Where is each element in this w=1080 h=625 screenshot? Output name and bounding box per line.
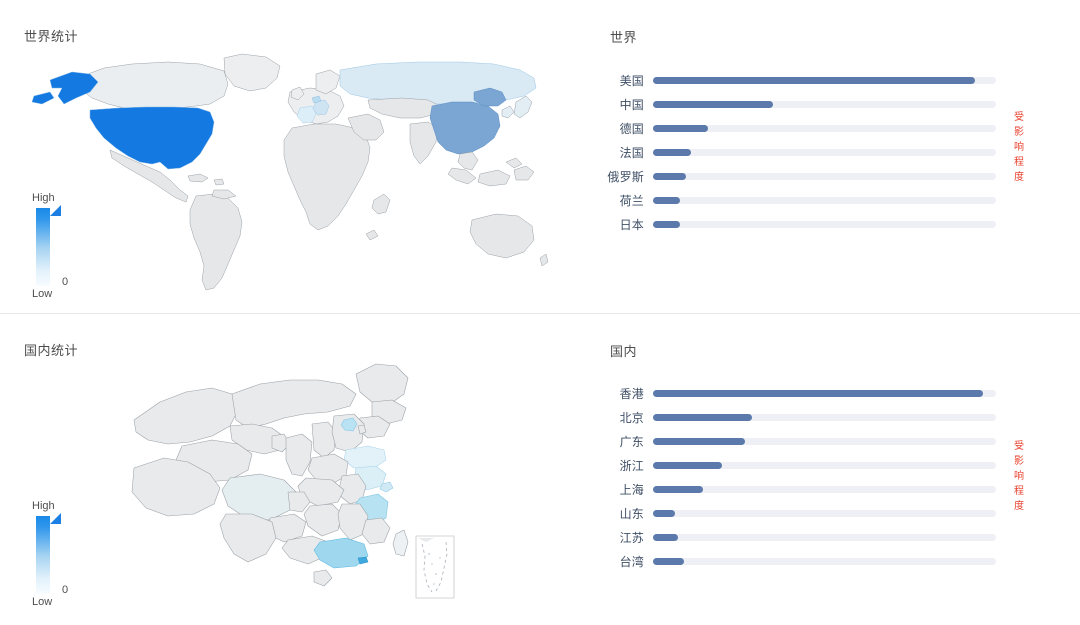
world-bar-panel: 世界 美国 中国 德国 法国 俄罗斯 荷兰 日本 受影响程度 (600, 0, 1080, 313)
bar-label: 上海 (619, 482, 644, 497)
bar-label: 荷兰 (619, 193, 644, 208)
world-map-legend: High 0 Low (20, 192, 90, 304)
bar-row[interactable]: 江苏 (605, 525, 1005, 549)
bar-row[interactable]: 浙江 (605, 453, 1005, 477)
bar-fill (653, 100, 773, 108)
world-map[interactable] (28, 44, 548, 296)
china-map-legend: High 0 Low (20, 500, 90, 612)
legend-high-label: High (32, 500, 55, 512)
bar-label: 香港 (619, 386, 644, 401)
domestic-bar-title: 国内 (610, 344, 638, 359)
bar-track (653, 389, 996, 397)
bar-label: 俄罗斯 (607, 169, 644, 184)
bar-track (653, 172, 996, 180)
legend-low-label: Low (32, 288, 53, 300)
bar-row[interactable]: 山东 (605, 501, 1005, 525)
bar-label: 北京 (619, 410, 644, 425)
bar-track (653, 461, 996, 469)
bar-fill (653, 461, 722, 469)
bar-fill (653, 437, 745, 445)
bar-track (653, 100, 996, 108)
bar-row[interactable]: 台湾 (605, 549, 1005, 573)
bar-fill (653, 509, 675, 517)
world-map-title: 世界统计 (24, 29, 79, 44)
bar-fill (653, 220, 680, 228)
bar-row[interactable]: 广东 (605, 429, 1005, 453)
legend-pointer-icon (50, 205, 61, 216)
domestic-bar-axis-title: 受影响程度 (1014, 441, 1024, 512)
bar-label: 中国 (619, 97, 644, 112)
legend-gradient-bar (36, 516, 50, 594)
bar-label: 广东 (619, 434, 644, 449)
bar-fill (653, 196, 680, 204)
bar-fill (653, 557, 684, 565)
bar-track (653, 533, 996, 541)
china-map[interactable] (120, 358, 460, 608)
bar-label: 美国 (619, 73, 644, 88)
bar-row[interactable]: 美国 (605, 68, 1005, 92)
domestic-bar-chart: 香港 北京 广东 浙江 上海 山东 江苏 台湾 (605, 381, 1005, 573)
bar-label: 江苏 (619, 530, 644, 545)
bar-fill (653, 172, 686, 180)
bar-fill (653, 533, 678, 541)
legend-gradient-bar (36, 208, 50, 286)
bar-label: 台湾 (619, 554, 644, 569)
world-map-svg[interactable] (28, 44, 548, 296)
bar-track (653, 413, 996, 421)
bar-fill (653, 389, 983, 397)
bar-fill (653, 485, 703, 493)
bar-label: 浙江 (619, 458, 644, 473)
world-bar-axis-title: 受影响程度 (1014, 112, 1024, 183)
bar-track (653, 196, 996, 204)
bar-track (653, 509, 996, 517)
bar-track (653, 220, 996, 228)
bar-row[interactable]: 香港 (605, 381, 1005, 405)
world-bar-title: 世界 (610, 30, 638, 45)
bar-fill (653, 413, 752, 421)
legend-zero-label: 0 (62, 276, 69, 288)
china-map-svg[interactable] (120, 358, 460, 608)
legend-low-label: Low (32, 596, 53, 608)
bar-row[interactable]: 上海 (605, 477, 1005, 501)
world-bar-chart: 美国 中国 德国 法国 俄罗斯 荷兰 日本 (605, 68, 1005, 236)
china-map-title: 国内统计 (24, 343, 79, 358)
bar-track (653, 148, 996, 156)
legend-high-label: High (32, 192, 55, 204)
world-map-panel: 世界统计 High 0 Low (0, 0, 600, 313)
bar-fill (653, 148, 691, 156)
legend-zero-label: 0 (62, 584, 69, 596)
bar-track (653, 485, 996, 493)
bar-track (653, 76, 996, 84)
bar-track (653, 557, 996, 565)
bar-row[interactable]: 俄罗斯 (605, 164, 1005, 188)
bar-row[interactable]: 德国 (605, 116, 1005, 140)
bar-track (653, 437, 996, 445)
bar-track (653, 124, 996, 132)
bar-label: 山东 (619, 506, 644, 521)
bar-fill (653, 124, 708, 132)
bar-row[interactable]: 北京 (605, 405, 1005, 429)
bar-label: 日本 (619, 217, 644, 232)
domestic-bar-panel: 国内 香港 北京 广东 浙江 上海 山东 江苏 台湾 受影响程度 (600, 313, 1080, 625)
legend-pointer-icon (50, 513, 61, 524)
bar-row[interactable]: 中国 (605, 92, 1005, 116)
bar-row[interactable]: 法国 (605, 140, 1005, 164)
dashboard-root: 世界统计 High 0 Low 世界 美国 中国 德国 法国 俄罗斯 荷兰 日本… (0, 0, 1080, 625)
bar-row[interactable]: 荷兰 (605, 188, 1005, 212)
china-map-panel: 国内统计 High 0 Low (0, 313, 600, 625)
bar-label: 德国 (619, 121, 644, 136)
bar-row[interactable]: 日本 (605, 212, 1005, 236)
bar-fill (653, 76, 975, 84)
bar-label: 法国 (619, 145, 644, 160)
